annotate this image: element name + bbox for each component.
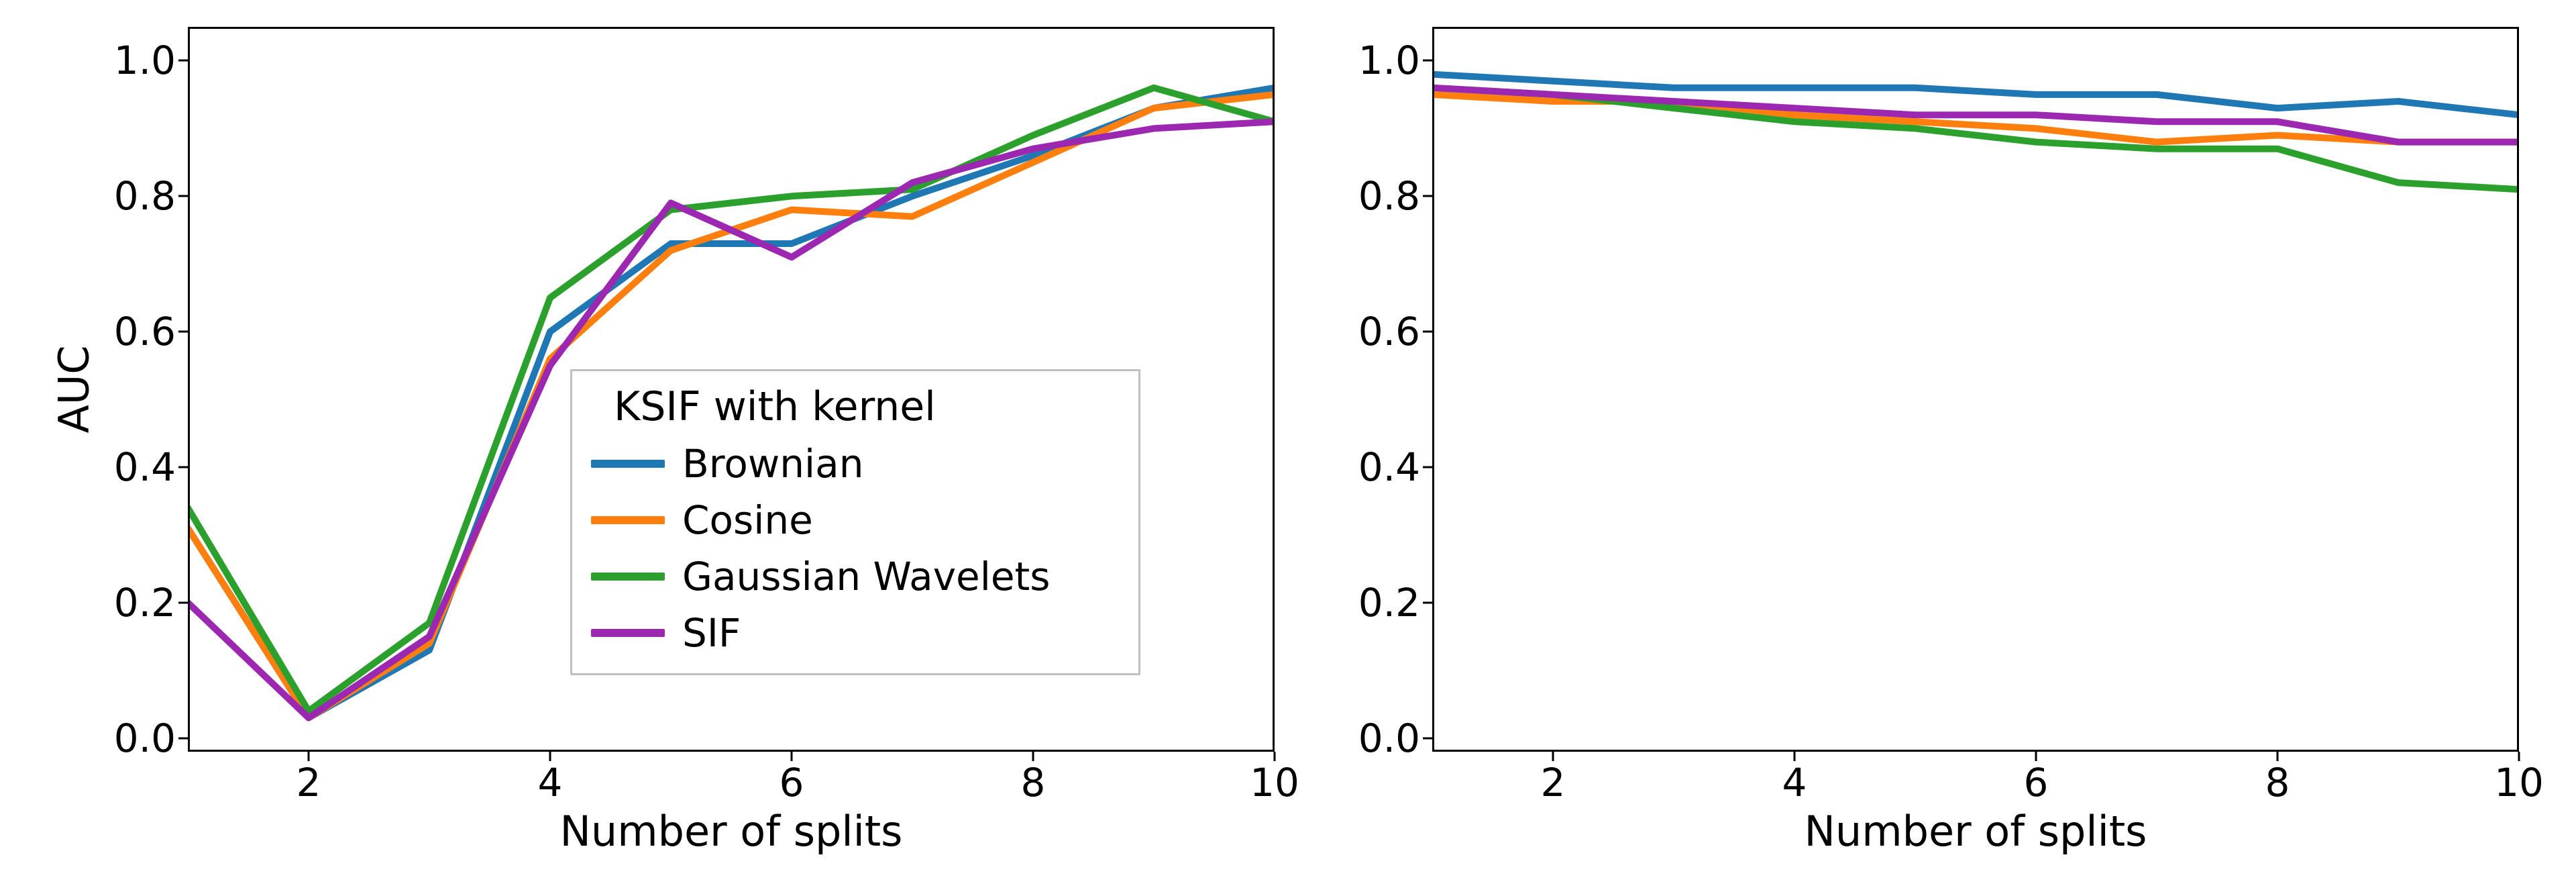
legend-item: SIF <box>591 610 1120 656</box>
legend-label: Brownian <box>682 441 863 487</box>
y-tick-mark <box>178 601 188 603</box>
y-tick-mark <box>178 195 188 197</box>
right-plot-svg <box>1432 27 2519 752</box>
y-tick-mark <box>1423 737 1432 739</box>
x-tick-label: 4 <box>1782 760 1807 805</box>
y-tick-label: 0.2 <box>1358 580 1420 626</box>
x-tick-label: 6 <box>780 760 804 805</box>
y-tick-mark <box>178 331 188 333</box>
y-tick-label: 0.4 <box>1358 444 1420 490</box>
y-tick-label: 0.8 <box>114 173 176 219</box>
y-tick-label: 0.0 <box>114 715 176 761</box>
y-tick-label: 0.8 <box>1358 173 1420 219</box>
y-tick-label: 1.0 <box>1358 38 1420 83</box>
legend-swatch <box>591 573 665 581</box>
legend-label: Cosine <box>682 497 813 543</box>
y-tick-mark <box>1423 331 1432 333</box>
x-axis-label: Number of splits <box>1805 807 2147 856</box>
legend-swatch <box>591 516 665 524</box>
y-tick-label: 0.0 <box>1358 715 1420 761</box>
legend-item: Gaussian Wavelets <box>591 554 1120 599</box>
x-tick-label: 8 <box>1021 760 1046 805</box>
y-tick-mark <box>1423 195 1432 197</box>
figure: 2 4 6 8 10 0.0 0.2 0.4 0.6 0.8 1.0 Number of spli… <box>0 0 2576 892</box>
legend-swatch <box>591 460 665 468</box>
y-tick-mark <box>178 466 188 468</box>
legend-swatch <box>591 629 665 637</box>
x-tick-label: 10 <box>1250 760 1299 805</box>
right-chart-panel: 246810 0.00.20.40.60.81.0 Number of spli… <box>1432 27 2519 752</box>
legend-item: Cosine <box>591 497 1120 543</box>
x-axis-label: Number of splits <box>560 807 903 856</box>
y-tick-label: 0.6 <box>1358 309 1420 354</box>
legend: KSIF with kernel Brownian Cosine Gaussian … <box>570 369 1140 675</box>
y-tick-label: 0.2 <box>114 580 176 626</box>
y-tick-mark <box>1423 60 1432 62</box>
legend-label: SIF <box>682 610 741 656</box>
x-tick-label: 8 <box>2265 760 2290 805</box>
x-tick-label: 2 <box>297 760 321 805</box>
y-tick-mark <box>1423 601 1432 603</box>
legend-label: Gaussian Wavelets <box>682 554 1050 599</box>
y-tick-mark <box>178 737 188 739</box>
y-tick-label: 0.6 <box>114 309 176 354</box>
y-axis-label: AUC <box>50 345 99 433</box>
left-chart-panel: 246810 0.00.20.40.60.81.0 Number of spli… <box>188 27 1275 752</box>
x-tick-label: 2 <box>1541 760 1566 805</box>
legend-title: KSIF with kernel <box>614 383 1120 430</box>
y-tick-label: 0.4 <box>114 444 176 490</box>
y-tick-label: 1.0 <box>114 38 176 83</box>
y-tick-mark <box>178 60 188 62</box>
legend-item: Brownian <box>591 441 1120 487</box>
x-tick-label: 6 <box>2024 760 2049 805</box>
x-tick-label: 10 <box>2494 760 2544 805</box>
y-tick-mark <box>1423 466 1432 468</box>
x-tick-label: 4 <box>538 760 563 805</box>
